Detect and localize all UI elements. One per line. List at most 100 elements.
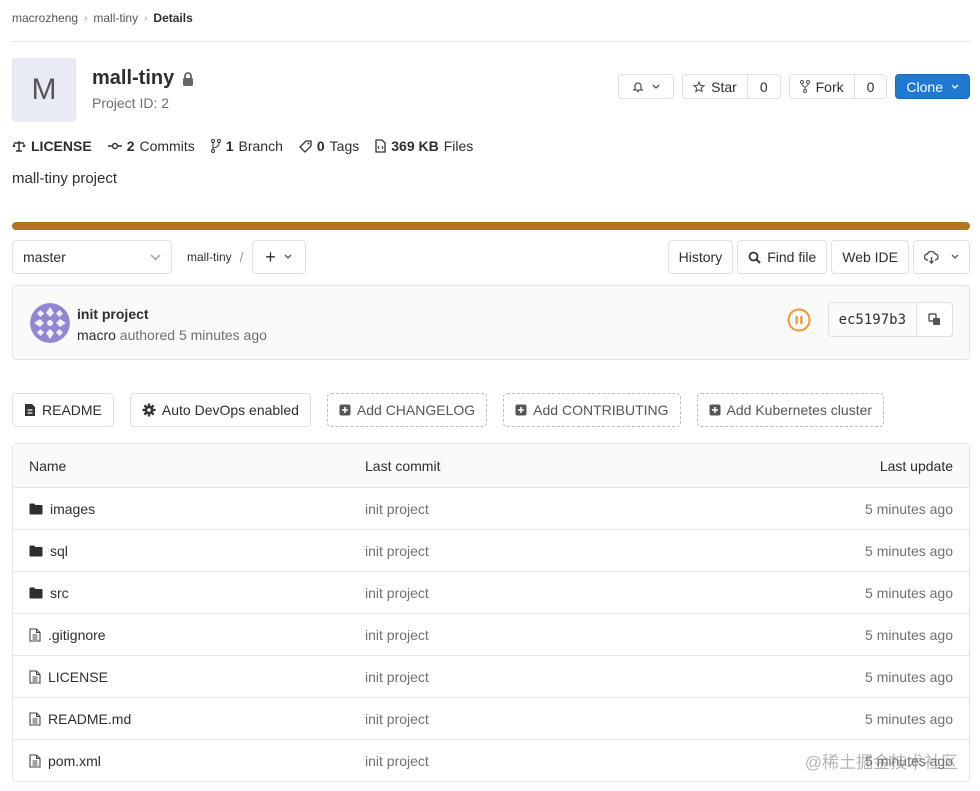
- file-name[interactable]: src: [50, 585, 69, 601]
- fork-count[interactable]: 0: [853, 75, 887, 98]
- table-header: Name Last commit Last update: [13, 444, 969, 487]
- table-row[interactable]: sql init project 5 minutes ago: [13, 529, 969, 571]
- repository-language-bar[interactable]: [12, 222, 970, 230]
- header-last-update: Last update: [879, 457, 953, 474]
- last-commit-cell[interactable]: init project: [365, 585, 769, 601]
- readme-button[interactable]: README: [12, 393, 114, 427]
- breadcrumb: macrozheng › mall-tiny › Details: [12, 11, 193, 25]
- last-update-cell: 5 minutes ago: [865, 668, 953, 685]
- last-commit-cell[interactable]: init project: [365, 711, 769, 727]
- add-file-dropdown[interactable]: +: [251, 240, 306, 274]
- tag-icon: [298, 139, 312, 153]
- history-button[interactable]: History: [667, 240, 734, 274]
- star-count[interactable]: 0: [746, 75, 780, 98]
- user-avatar[interactable]: [30, 303, 70, 343]
- add-kubernetes-cluster-button[interactable]: Add Kubernetes cluster: [696, 393, 885, 427]
- branch-selector[interactable]: master: [12, 240, 172, 274]
- file-icon: [29, 753, 41, 768]
- repo-path[interactable]: mall-tiny: [187, 250, 232, 264]
- copy-sha-button[interactable]: [916, 303, 952, 336]
- branches-link[interactable]: 1 Branch: [210, 138, 283, 154]
- last-update-cell: 5 minutes ago: [865, 710, 953, 727]
- file-name-cell[interactable]: src: [13, 585, 365, 601]
- add-changelog-button[interactable]: Add CHANGELOG: [326, 393, 488, 427]
- file-name[interactable]: images: [50, 501, 95, 517]
- chevron-right-icon: ›: [144, 12, 148, 24]
- last-commit-cell[interactable]: init project: [365, 543, 769, 559]
- table-row[interactable]: README.md init project 5 minutes ago: [13, 697, 969, 739]
- add-contributing-button[interactable]: Add CONTRIBUTING: [503, 393, 681, 427]
- table-row[interactable]: pom.xml init project 5 minutes ago: [13, 739, 969, 781]
- table-row[interactable]: LICENSE init project 5 minutes ago: [13, 655, 969, 697]
- star-icon: [693, 80, 706, 93]
- chevron-down-icon: [951, 84, 959, 89]
- fork-button[interactable]: Fork: [790, 75, 854, 98]
- divider: [12, 41, 970, 42]
- chevron-down-icon: [951, 254, 959, 259]
- breadcrumb-project[interactable]: mall-tiny: [93, 11, 138, 25]
- file-name-cell[interactable]: sql: [13, 543, 365, 559]
- table-row[interactable]: src init project 5 minutes ago: [13, 571, 969, 613]
- last-update-cell: 5 minutes ago: [865, 500, 953, 517]
- file-tree-table: Name Last commit Last update images init …: [12, 443, 970, 782]
- find-file-label: Find file: [767, 249, 817, 265]
- commit-author[interactable]: macro: [77, 327, 116, 343]
- file-icon: [29, 711, 41, 726]
- project-description: mall-tiny project: [12, 170, 118, 187]
- project-avatar: M: [12, 58, 76, 122]
- last-commit-cell[interactable]: init project: [365, 627, 769, 643]
- file-name-cell[interactable]: pom.xml: [13, 753, 365, 769]
- files-label: Files: [443, 138, 474, 154]
- add-contributing-label: Add CONTRIBUTING: [533, 402, 669, 418]
- file-name[interactable]: .gitignore: [48, 627, 106, 643]
- commit-meta: macro authored 5 minutes ago: [77, 327, 267, 343]
- commit-sha-group: ec5197b3: [827, 302, 953, 337]
- star-button[interactable]: Star: [683, 75, 747, 98]
- clone-button[interactable]: Clone: [895, 74, 970, 99]
- commit-title[interactable]: init project: [77, 306, 149, 322]
- tags-link[interactable]: 0 Tags: [298, 138, 360, 154]
- history-label: History: [678, 249, 723, 265]
- license-link[interactable]: LICENSE: [12, 138, 92, 154]
- last-commit-cell[interactable]: init project: [365, 669, 769, 685]
- tags-count: 0: [316, 138, 325, 154]
- project-title: mall-tiny: [92, 67, 194, 90]
- commit-time: authored 5 minutes ago: [119, 327, 267, 343]
- download-dropdown[interactable]: [913, 240, 970, 274]
- notification-dropdown[interactable]: [618, 74, 675, 99]
- tags-label: Tags: [329, 138, 360, 154]
- commit-sha[interactable]: ec5197b3: [829, 303, 916, 336]
- commits-link[interactable]: 2 Commits: [107, 138, 195, 154]
- bell-icon: [632, 81, 644, 92]
- auto-devops-button[interactable]: Auto DevOps enabled: [129, 393, 311, 427]
- web-ide-button[interactable]: Web IDE: [831, 240, 909, 274]
- license-label: LICENSE: [31, 138, 92, 154]
- last-commit-cell[interactable]: init project: [365, 753, 769, 769]
- file-name-cell[interactable]: README.md: [13, 711, 365, 727]
- breadcrumb-current[interactable]: Details: [153, 11, 192, 25]
- fork-icon: [799, 80, 810, 93]
- file-name[interactable]: pom.xml: [48, 753, 101, 769]
- file-name[interactable]: README.md: [48, 711, 131, 727]
- last-update-cell: 5 minutes ago: [865, 542, 953, 559]
- last-commit-cell[interactable]: init project: [365, 501, 769, 517]
- find-file-button[interactable]: Find file: [737, 240, 828, 274]
- pipeline-paused-icon[interactable]: [787, 308, 811, 332]
- table-row[interactable]: images init project 5 minutes ago: [13, 487, 969, 529]
- file-name-cell[interactable]: .gitignore: [13, 627, 365, 643]
- auto-devops-label: Auto DevOps enabled: [161, 402, 299, 418]
- fork-button-group: Fork 0: [788, 74, 888, 99]
- project-stats: LICENSE 2 Commits 1 Branch 0 Tags 369 KB…: [12, 138, 473, 154]
- lock-icon: [183, 71, 194, 86]
- file-name[interactable]: sql: [50, 543, 68, 559]
- folder-icon: [29, 503, 43, 514]
- files-link[interactable]: 369 KB Files: [375, 138, 473, 154]
- file-name[interactable]: LICENSE: [48, 669, 108, 685]
- plus-icon: +: [265, 246, 276, 267]
- file-name-cell[interactable]: images: [13, 501, 365, 517]
- table-row[interactable]: .gitignore init project 5 minutes ago: [13, 613, 969, 655]
- star-button-group: Star 0: [682, 74, 781, 99]
- breadcrumb-user[interactable]: macrozheng: [12, 11, 78, 25]
- last-update-cell: 5 minutes ago: [865, 584, 953, 601]
- file-name-cell[interactable]: LICENSE: [13, 669, 365, 685]
